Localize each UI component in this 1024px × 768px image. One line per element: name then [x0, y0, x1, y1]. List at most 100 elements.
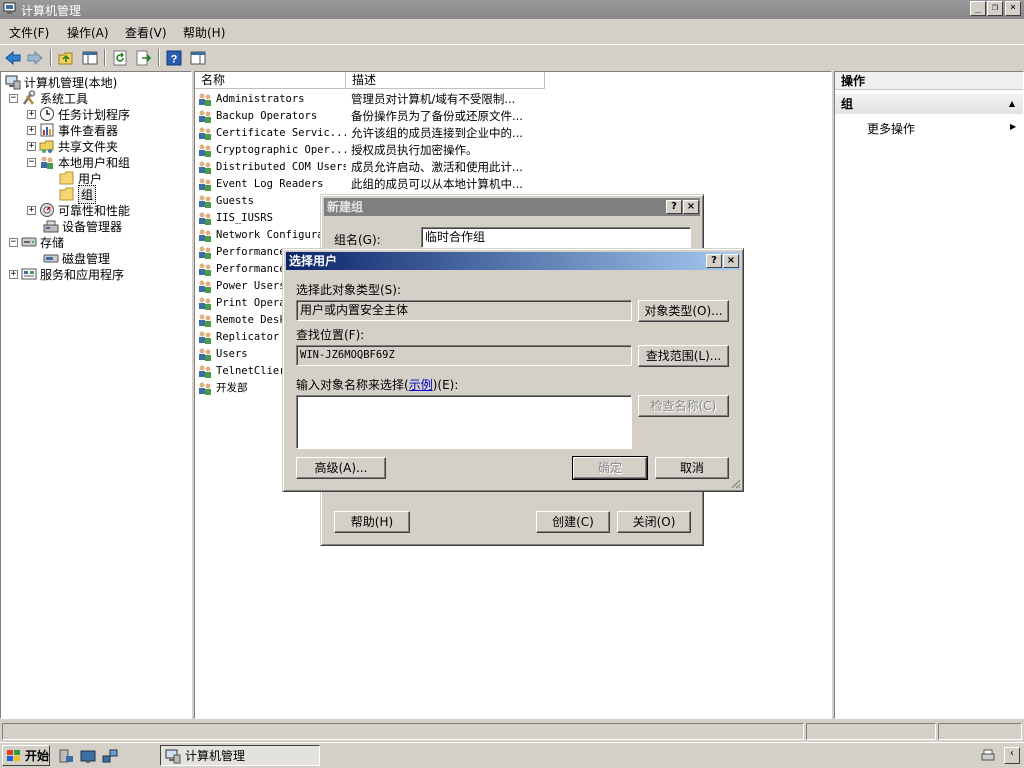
computer-management-icon	[5, 75, 21, 90]
expand-toggle[interactable]: +	[27, 125, 36, 135]
expand-toggle[interactable]: +	[9, 269, 18, 279]
tree-node-groups[interactable]: 组	[59, 184, 97, 204]
expand-toggle[interactable]: +	[27, 205, 36, 215]
collapse-toggle[interactable]: −	[27, 157, 36, 167]
group-icon	[199, 110, 211, 123]
taskbar-item-computer-management[interactable]: 计算机管理	[160, 745, 320, 766]
restore-button[interactable]: ❐	[987, 1, 1003, 16]
check-names-button[interactable]: 检查名称(C)	[638, 395, 729, 417]
table-row[interactable]: Event Log Readers 此组的成员可以从本地计算机中...	[197, 175, 523, 192]
menu-view[interactable]: 查看(V)	[125, 24, 167, 41]
clock-icon	[40, 107, 54, 121]
resize-grip-icon[interactable]	[729, 477, 741, 489]
start-label: 开始	[25, 749, 50, 763]
tree-node-reliability-performance[interactable]: + 可靠性和性能	[27, 202, 130, 218]
show-hide-tree-button[interactable]	[80, 48, 100, 67]
expand-toggle[interactable]: +	[27, 141, 36, 151]
group-description-cell: 成员允许启动、激活和使用此计...	[351, 159, 523, 174]
new-group-titlebar: 新建组 ? ×	[324, 198, 700, 216]
forward-button[interactable]	[25, 48, 45, 67]
group-name-input[interactable]: 临时合作组	[421, 227, 691, 248]
disk-management-icon	[43, 254, 59, 263]
show-hide-action-pane-button[interactable]	[188, 48, 208, 67]
menu-help[interactable]: 帮助(H)	[183, 24, 225, 41]
up-level-button[interactable]	[56, 48, 76, 67]
location-label: 查找位置(F):	[296, 328, 365, 342]
performance-icon	[40, 203, 54, 217]
table-row[interactable]: Backup Operators 备份操作员为了备份或还原文件...	[197, 107, 523, 124]
show-desktop-icon[interactable]	[80, 748, 96, 764]
menu-file[interactable]: 文件(F)	[9, 24, 49, 41]
select-users-help-icon-button[interactable]: ?	[706, 254, 722, 268]
collapse-toggle[interactable]: −	[9, 93, 18, 103]
minimize-button[interactable]: _	[970, 1, 986, 16]
object-types-button[interactable]: 对象类型(O)...	[638, 300, 729, 322]
printer-tray-icon[interactable]	[980, 748, 996, 764]
start-button[interactable]: 开始	[2, 745, 50, 766]
server-manager-icon[interactable]	[58, 748, 74, 764]
tree-node-storage[interactable]: − 存储	[9, 234, 64, 250]
services-icon	[21, 268, 37, 280]
ok-button[interactable]: 确定	[572, 456, 648, 480]
console-tree[interactable]: 计算机管理(本地) − 系统工具 + 任务计划程序 + 事件查看器 + 共享文件…	[0, 71, 192, 719]
menu-action[interactable]: 操作(A)	[67, 24, 109, 41]
help-toolbar-button[interactable]: ?	[164, 48, 184, 67]
group-icon	[199, 93, 211, 106]
column-header-name[interactable]: 名称	[195, 72, 346, 89]
advanced-button[interactable]: 高级(A)...	[296, 457, 386, 479]
new-group-close-icon-button[interactable]: ×	[683, 200, 699, 214]
table-row[interactable]: Cryptographic Oper... 授权成员执行加密操作。	[197, 141, 478, 158]
tree-node-device-manager[interactable]: 设备管理器	[43, 218, 122, 234]
locations-button[interactable]: 查找范围(L)...	[638, 345, 729, 367]
select-users-titlebar: 选择用户 ? ×	[286, 252, 740, 270]
group-icon	[199, 127, 211, 140]
tree-node-disk-management[interactable]: 磁盘管理	[43, 250, 110, 266]
column-header-description[interactable]: 描述	[346, 72, 545, 89]
tree-node-task-scheduler[interactable]: + 任务计划程序	[27, 106, 130, 122]
expand-toggle[interactable]: +	[27, 109, 36, 119]
cancel-button[interactable]: 取消	[655, 457, 729, 479]
tree-node-shared-folders[interactable]: + 共享文件夹	[27, 138, 118, 154]
group-icon	[199, 144, 211, 157]
new-group-help-icon-button[interactable]: ?	[666, 200, 682, 214]
folder-up-icon	[58, 52, 73, 64]
help-icon: ?	[166, 50, 182, 65]
select-users-dialog: 选择用户 ? × 选择此对象类型(S): 用户或内置安全主体 对象类型(O)..…	[282, 248, 744, 492]
folder-icon	[59, 187, 74, 201]
table-row[interactable]: Certificate Servic... 允许该组的成员连接到企业中的...	[197, 124, 523, 141]
tree-node-system-tools[interactable]: − 系统工具	[9, 90, 88, 106]
examples-link[interactable]: 示例	[409, 378, 433, 392]
group-name-cell: Administrators	[216, 92, 305, 105]
tree-node-event-viewer[interactable]: + 事件查看器	[27, 122, 118, 138]
group-icon	[199, 314, 211, 327]
group-name-cell: Backup Operators	[216, 109, 318, 122]
create-button[interactable]: 创建(C)	[536, 511, 610, 533]
export-list-button[interactable]	[134, 48, 154, 67]
group-description-cell: 允许该组的成员连接到企业中的...	[351, 125, 523, 140]
group-name-cell: Cryptographic Oper...	[216, 143, 346, 156]
object-names-textarea[interactable]	[296, 395, 632, 449]
select-users-close-icon-button[interactable]: ×	[723, 254, 739, 268]
enter-object-names-label: 输入对象名称来选择(示例)(E):	[296, 378, 459, 392]
table-row[interactable]: Administrators 管理员对计算机/域有不受限制...	[197, 90, 515, 107]
tray-expand-button[interactable]: ‹	[1004, 747, 1020, 764]
collapse-toggle[interactable]: −	[9, 237, 18, 247]
group-icon	[199, 195, 211, 208]
tree-node-computer-management[interactable]: 计算机管理(本地)	[5, 74, 117, 90]
tree-node-services-applications[interactable]: + 服务和应用程序	[9, 266, 124, 282]
close-button[interactable]: ×	[1005, 1, 1021, 16]
close-dialog-button[interactable]: 关闭(O)	[617, 511, 691, 533]
computer-management-icon	[165, 749, 181, 763]
back-button[interactable]	[3, 48, 23, 67]
new-group-help-button[interactable]: 帮助(H)	[334, 511, 410, 533]
users-group-icon	[41, 156, 53, 169]
actions-group-header[interactable]: 组 ▲	[835, 94, 1023, 114]
refresh-button[interactable]	[110, 48, 130, 67]
tree-node-local-users-groups[interactable]: − 本地用户和组	[27, 154, 130, 170]
more-actions-item[interactable]: 更多操作	[867, 120, 915, 137]
location-field: WIN-JZ6MOQBF69Z	[296, 345, 632, 366]
shared-folder-icon	[39, 140, 54, 153]
network-icon[interactable]	[102, 748, 118, 764]
table-row[interactable]: Distributed COM Users 成员允许启动、激活和使用此计...	[197, 158, 523, 175]
actions-pane: 操作 组 ▲ 更多操作 ▶	[834, 71, 1024, 719]
